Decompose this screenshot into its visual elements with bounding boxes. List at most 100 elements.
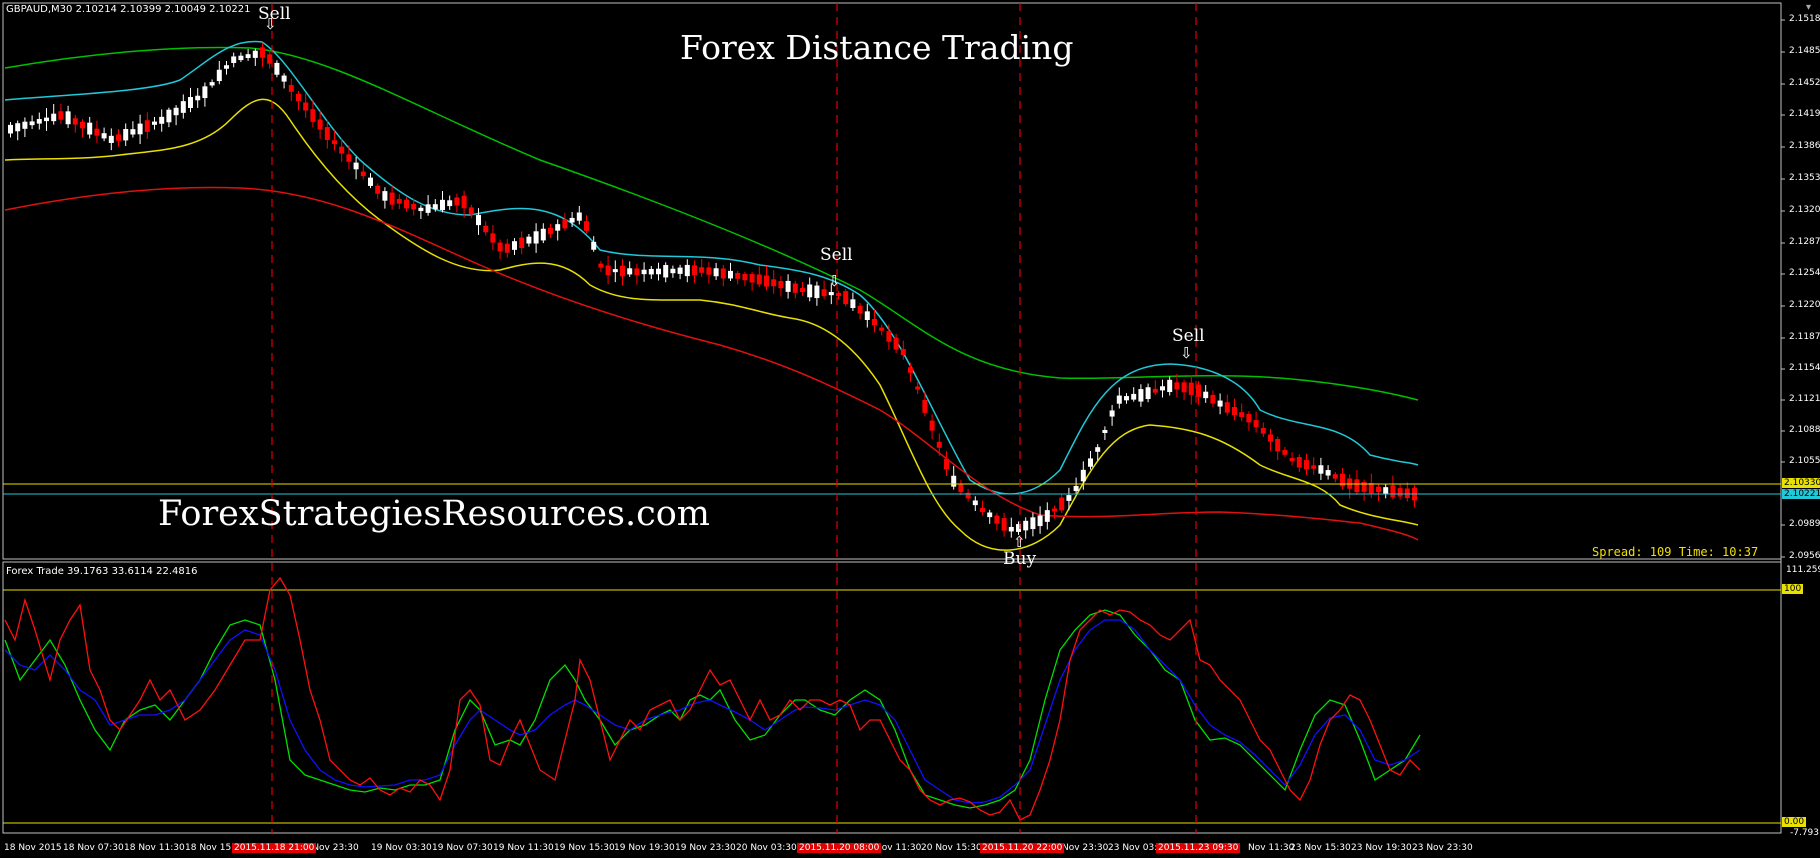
candle-body xyxy=(1253,420,1259,428)
candle-body xyxy=(749,274,755,283)
candle-body xyxy=(605,265,611,276)
candle-body xyxy=(310,109,316,122)
candle-body xyxy=(274,62,280,75)
candle-body xyxy=(1181,382,1187,393)
candle-body xyxy=(735,272,741,279)
candle-body xyxy=(800,288,805,292)
candle-body xyxy=(742,273,748,281)
candle-body xyxy=(1037,515,1043,527)
candle-body xyxy=(951,475,957,487)
candle-body xyxy=(476,214,481,226)
candle-body xyxy=(526,236,532,244)
candle-body xyxy=(1383,487,1389,494)
candle-body xyxy=(1095,447,1101,452)
candle-body xyxy=(80,121,85,129)
candle-body xyxy=(598,263,604,268)
candle-body xyxy=(180,101,186,113)
price-axis-label: 2.12540 xyxy=(1789,268,1820,278)
price-axis-label: 2.09890 xyxy=(1789,519,1820,529)
candle-body xyxy=(807,284,813,298)
candle-body xyxy=(1224,402,1230,413)
candle-body xyxy=(1102,429,1108,434)
time-axis-label: Nov 11:30 xyxy=(1248,843,1295,853)
candle-body xyxy=(108,135,114,143)
candle-body xyxy=(994,515,1000,524)
candle-body xyxy=(468,207,474,215)
candle-body xyxy=(209,82,215,86)
candle-body xyxy=(648,268,654,275)
candle-body xyxy=(785,280,791,292)
candle-body xyxy=(1296,456,1302,468)
price-axis-label: 2.13200 xyxy=(1789,205,1820,215)
candle-body xyxy=(1088,458,1093,467)
candle-body xyxy=(15,123,21,132)
candle-body xyxy=(144,120,150,132)
candle-body xyxy=(332,140,337,145)
time-highlight-tag: 2015.11.20 08:00 xyxy=(797,843,882,853)
candle-body xyxy=(720,268,726,279)
candle-body xyxy=(425,204,431,213)
red-band-line xyxy=(4,186,1419,541)
candle-body xyxy=(504,243,510,253)
candle-body xyxy=(612,269,618,273)
candle-body xyxy=(1109,410,1115,417)
candle-body xyxy=(548,227,553,235)
candle-body xyxy=(382,191,388,201)
candle-body xyxy=(461,195,467,209)
chart-menu-icon[interactable]: ▾ xyxy=(1806,2,1811,13)
candle-body xyxy=(1174,382,1180,390)
sell-arrow-icon: ⇩ xyxy=(264,15,277,33)
candle-body xyxy=(1210,394,1216,404)
candle-body xyxy=(432,204,438,210)
candle-body xyxy=(1080,469,1086,482)
time-highlight-tag: 2015.11.18 21:00 xyxy=(232,843,317,853)
candle-body xyxy=(281,75,287,82)
candle-body xyxy=(353,162,359,170)
candlestick-series xyxy=(8,42,1417,539)
candle-body xyxy=(123,129,129,141)
buy-arrow-icon: ⇧ xyxy=(1013,533,1026,551)
candle-body xyxy=(440,199,445,211)
candle-body xyxy=(584,221,589,231)
signal-vertical-lines xyxy=(271,3,1197,833)
candle-body xyxy=(555,224,561,231)
candle-body xyxy=(152,121,157,125)
candle-body xyxy=(1116,395,1122,404)
candle-body xyxy=(87,122,93,135)
price-axis-label: 2.14190 xyxy=(1789,109,1820,119)
candle-body xyxy=(1289,457,1295,462)
indicator-red-line xyxy=(4,576,1421,821)
candle-body xyxy=(245,54,251,59)
candle-body xyxy=(58,111,64,120)
candle-body xyxy=(843,291,849,305)
candle-body xyxy=(857,305,863,314)
candle-body xyxy=(22,121,28,129)
candle-body xyxy=(1138,389,1144,402)
candle-body xyxy=(1260,428,1266,434)
candle-body xyxy=(519,237,525,249)
price-axis-label: 2.12870 xyxy=(1789,237,1820,247)
candle-body xyxy=(296,93,301,102)
candle-body xyxy=(454,197,460,206)
candle-body xyxy=(137,123,143,135)
candle-body xyxy=(130,129,136,135)
candle-body xyxy=(814,285,820,299)
candle-body xyxy=(1145,387,1151,400)
candle-body xyxy=(980,507,985,513)
price-axis-label: 2.11540 xyxy=(1789,363,1820,373)
candle-body xyxy=(699,267,705,273)
chart-canvas[interactable] xyxy=(0,0,1820,858)
candle-body xyxy=(1304,460,1309,470)
indicator-axis-bottom: -7.7931 xyxy=(1790,828,1820,838)
candle-body xyxy=(188,97,193,108)
time-axis-label: 19 Nov 11:30 xyxy=(493,843,554,853)
candle-body xyxy=(1311,465,1317,469)
candle-body xyxy=(1368,483,1374,494)
time-axis-label: Nov 11:30 xyxy=(875,843,922,853)
candle-body xyxy=(411,203,417,210)
time-axis-label: 20 Nov 15:30 xyxy=(921,843,982,853)
time-highlight-tag: 2015.11.20 22:00 xyxy=(980,843,1065,853)
price-tick-marks xyxy=(1781,19,1785,558)
candle-body xyxy=(627,268,633,275)
time-axis-label: 19 Nov 19:30 xyxy=(614,843,675,853)
